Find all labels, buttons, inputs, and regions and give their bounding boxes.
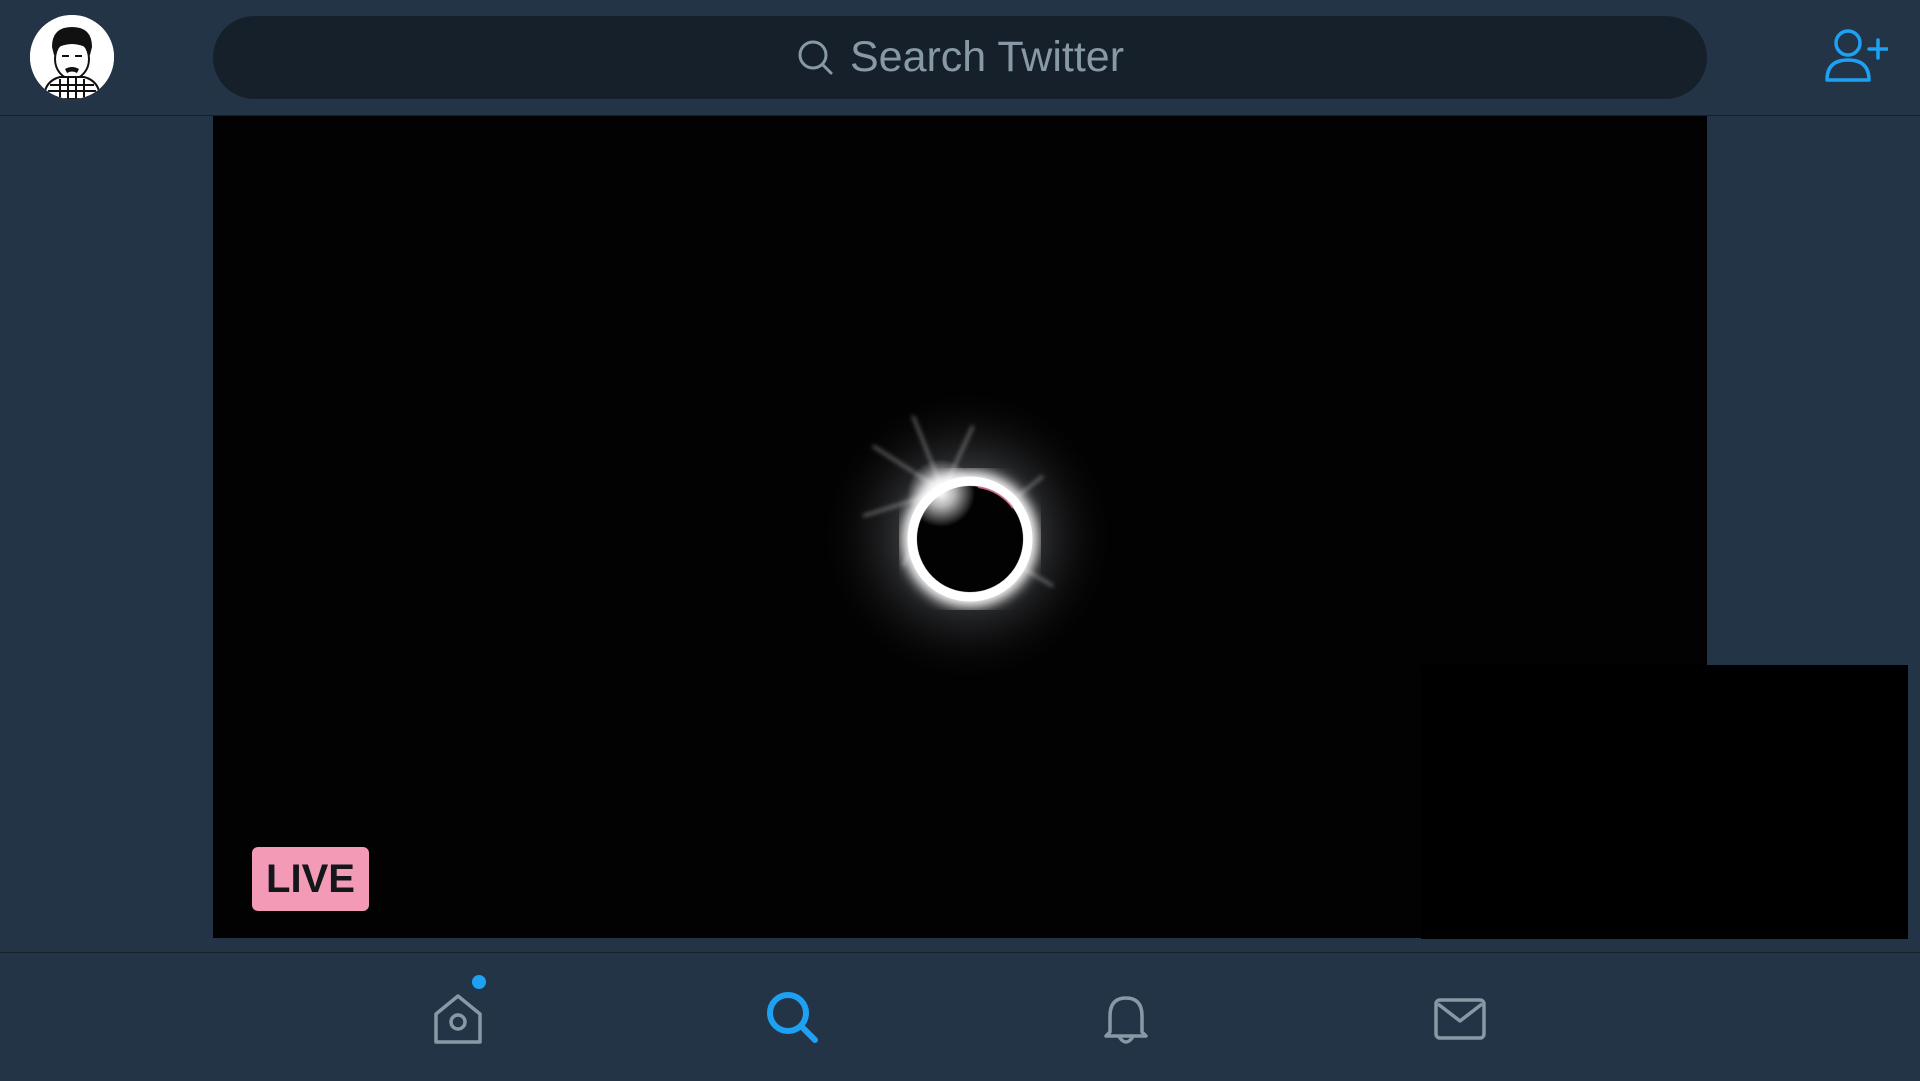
bottom-tab-bar bbox=[0, 952, 1920, 1081]
picture-in-picture-player[interactable] bbox=[1421, 665, 1908, 939]
tab-messages[interactable] bbox=[1430, 988, 1490, 1048]
mail-icon bbox=[1434, 998, 1486, 1040]
add-user-button[interactable] bbox=[1824, 26, 1889, 86]
search-placeholder: Search Twitter bbox=[849, 33, 1125, 81]
bell-icon bbox=[1104, 996, 1148, 1044]
search-bar[interactable]: Search Twitter bbox=[213, 16, 1707, 99]
search-icon bbox=[796, 38, 836, 78]
live-badge: LIVE bbox=[252, 847, 369, 911]
tab-search[interactable] bbox=[763, 988, 823, 1048]
tab-home[interactable] bbox=[428, 988, 488, 1048]
search-icon bbox=[767, 992, 818, 1043]
avatar-illustration bbox=[30, 15, 114, 99]
add-user-icon bbox=[1825, 29, 1889, 82]
tab-notifications[interactable] bbox=[1096, 988, 1156, 1048]
home-unread-badge bbox=[472, 975, 486, 989]
avatar[interactable] bbox=[30, 15, 114, 99]
home-icon bbox=[434, 994, 482, 1044]
top-bar: Search Twitter bbox=[0, 0, 1920, 116]
